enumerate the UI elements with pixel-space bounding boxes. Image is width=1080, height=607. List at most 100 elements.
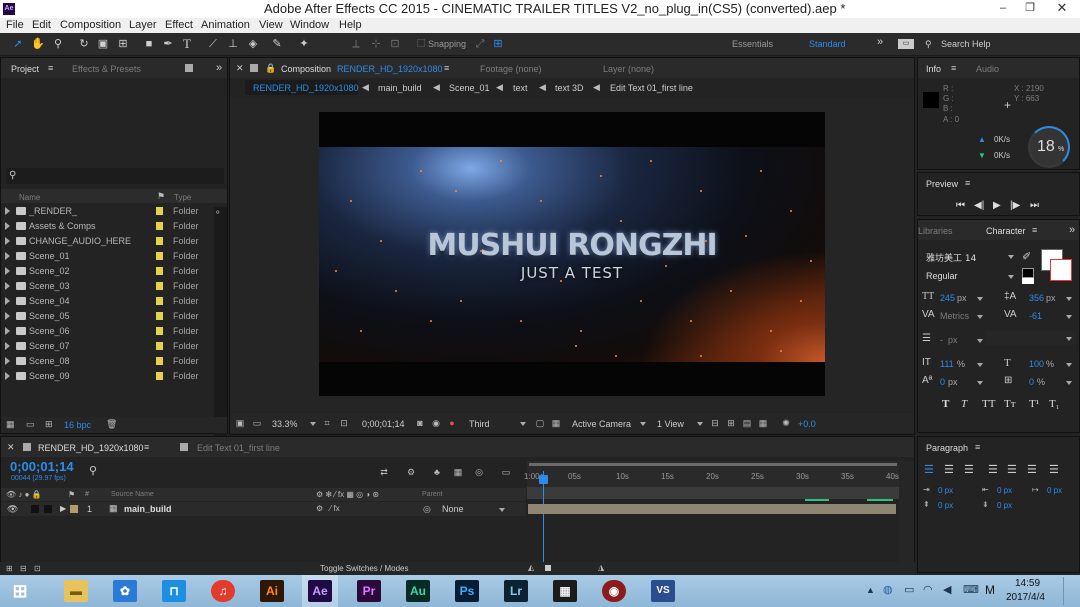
menu-layer[interactable]: Layer [129, 19, 157, 31]
pen-tool-icon[interactable]: ✒ [161, 37, 175, 51]
font-family-select[interactable]: 雅坊美工 14 [926, 251, 976, 264]
new-comp-icon[interactable]: ⊞ [45, 419, 53, 430]
expand-panels-icon[interactable]: » [216, 62, 222, 74]
wifi-icon[interactable]: ◠ [923, 583, 933, 596]
baseline-shift-value[interactable]: 0 [940, 377, 945, 387]
network-icon[interactable]: ◍ [883, 583, 893, 596]
show-desktop-button[interactable] [1063, 577, 1078, 605]
timeline-nav-bar[interactable] [527, 487, 899, 499]
search-help-input[interactable]: Search Help [941, 39, 991, 49]
project-item-row[interactable]: Scene_03 Folder [0, 279, 225, 294]
character-expand-icon[interactable]: » [1069, 224, 1075, 236]
parent-dropdown-icon[interactable] [499, 508, 505, 512]
project-item-row[interactable]: Scene_04 Folder [0, 294, 225, 309]
playhead-handle[interactable] [539, 475, 548, 484]
tab-audio[interactable]: Audio [976, 64, 999, 74]
project-item-row[interactable]: Scene_07 Folder [0, 339, 225, 354]
menu-animation[interactable]: Animation [201, 19, 250, 31]
solo-box[interactable] [31, 505, 39, 513]
comp-tab-name[interactable]: RENDER_HD_1920x1080 [337, 64, 443, 74]
lock-icon[interactable]: 🔒 [265, 63, 276, 74]
zoom-in-icon[interactable]: ◮ [598, 563, 604, 572]
tracking-dropdown-icon[interactable] [1066, 315, 1072, 319]
start-button[interactable]: ⊞ [2, 575, 38, 607]
label-color-swatch[interactable] [156, 282, 163, 290]
align-right-icon[interactable]: ☰ [964, 463, 974, 476]
sync-settings-icon[interactable]: ▭ [898, 39, 914, 49]
taskbar-app-nav[interactable]: ⊓ [156, 575, 192, 607]
label-color-swatch[interactable] [156, 342, 163, 350]
viewer-timecode[interactable]: 0;00;01;14 [362, 419, 405, 429]
label-color-swatch[interactable] [156, 312, 163, 320]
toggle-pixel-icon[interactable]: ⊟ [710, 418, 720, 428]
justify-left-icon[interactable]: ☰ [988, 463, 998, 476]
label-color-swatch[interactable] [156, 237, 163, 245]
layer-switches-icon[interactable]: ⊞ [6, 564, 13, 573]
axis-view-icon[interactable]: ⊡ [388, 37, 402, 51]
project-search-input[interactable] [6, 168, 224, 184]
small-caps-button[interactable]: Tт [1004, 398, 1016, 410]
tsume-dropdown-icon[interactable] [1066, 381, 1072, 385]
snapshot-icon[interactable]: ◙ [415, 418, 425, 428]
label-color-swatch[interactable] [156, 252, 163, 260]
zoom-out-icon[interactable]: ◭ [528, 563, 534, 572]
kerning-value[interactable]: Metrics [940, 311, 969, 321]
faux-bold-button[interactable]: T [942, 398, 949, 410]
taskbar-app-music[interactable]: ♫ [205, 575, 241, 607]
layer-label-color[interactable] [70, 505, 78, 513]
label-color-swatch[interactable] [156, 327, 163, 335]
shy-layers-icon[interactable]: ♣ [432, 467, 442, 477]
trash-icon[interactable]: 🗑 [106, 419, 117, 430]
expand-triangle-icon[interactable] [5, 222, 10, 230]
justify-right-icon[interactable]: ☰ [1027, 463, 1037, 476]
project-item-row[interactable]: Scene_01 Folder [0, 249, 225, 264]
taskbar-lightroom[interactable]: Lr [498, 575, 534, 607]
exposure-icon[interactable]: ✺ [781, 418, 791, 428]
eyedropper-icon[interactable]: ✐ [1022, 250, 1031, 263]
brush-tool-icon[interactable]: ⟋ [206, 37, 220, 51]
timeline-search-icon[interactable]: ⚲ [89, 464, 97, 477]
taskbar-photoshop[interactable]: Ps [449, 575, 485, 607]
tab-character[interactable]: Character [986, 226, 1026, 236]
draft-3d-icon[interactable]: ⚙ [406, 467, 416, 477]
minimize-icon[interactable]: – [990, 0, 1016, 18]
exposure-value[interactable]: +0.0 [798, 419, 816, 429]
font-size-value[interactable]: 245 [940, 293, 955, 303]
justify-center-icon[interactable]: ☰ [1007, 463, 1017, 476]
snap-feature-icon[interactable]: ⊞ [491, 37, 505, 51]
project-item-row[interactable]: CHANGE_AUDIO_HERE Folder [0, 234, 225, 249]
zoom-slider-handle[interactable] [545, 565, 551, 571]
parent-column[interactable]: Parent [422, 491, 443, 498]
volume-icon[interactable]: ◀ [943, 583, 951, 596]
horizontal-scale-value[interactable]: 100 [1029, 359, 1044, 369]
parent-select[interactable]: None [442, 504, 464, 514]
breadcrumb-text[interactable]: text [513, 83, 528, 93]
graph-editor-icon[interactable]: ▭ [501, 467, 511, 477]
expand-triangle-icon[interactable] [5, 267, 10, 275]
menu-file[interactable]: File [6, 19, 24, 31]
taskbar-audition[interactable]: Au [400, 575, 436, 607]
tab-layer[interactable]: Layer (none) [603, 64, 654, 74]
timeline-timecode[interactable]: 0;00;01;14 [10, 459, 74, 474]
taskbar-illustrator[interactable]: Ai [254, 575, 290, 607]
tab-libraries[interactable]: Libraries [918, 226, 953, 236]
layer-switches[interactable]: ⚙ ⁄ fx [316, 504, 340, 513]
font-style-select[interactable]: Regular [926, 271, 958, 281]
region-icon[interactable]: ⌗ [322, 418, 332, 428]
camera-dropdown-icon[interactable] [640, 422, 646, 426]
space-after-value[interactable]: 0 px [997, 501, 1012, 510]
source-name-column[interactable]: Source Name [111, 491, 154, 498]
stroke-style-dropdown-icon[interactable] [1066, 337, 1072, 341]
kerning-dropdown-icon[interactable] [977, 315, 983, 319]
taskbar-premiere[interactable]: Pr [351, 575, 387, 607]
project-item-row[interactable]: Scene_05 Folder [0, 309, 225, 324]
restore-icon[interactable]: ❐ [1017, 0, 1043, 18]
type-tool-icon[interactable]: T [180, 37, 194, 51]
menu-help[interactable]: Help [339, 19, 362, 31]
zoom-tool-icon[interactable]: ⚲ [51, 37, 65, 51]
expand-triangle-icon[interactable] [5, 207, 10, 215]
menu-effect[interactable]: Effect [165, 19, 193, 31]
menu-view[interactable]: View [259, 19, 283, 31]
expand-triangle-icon[interactable] [5, 372, 10, 380]
menu-window[interactable]: Window [290, 19, 329, 31]
